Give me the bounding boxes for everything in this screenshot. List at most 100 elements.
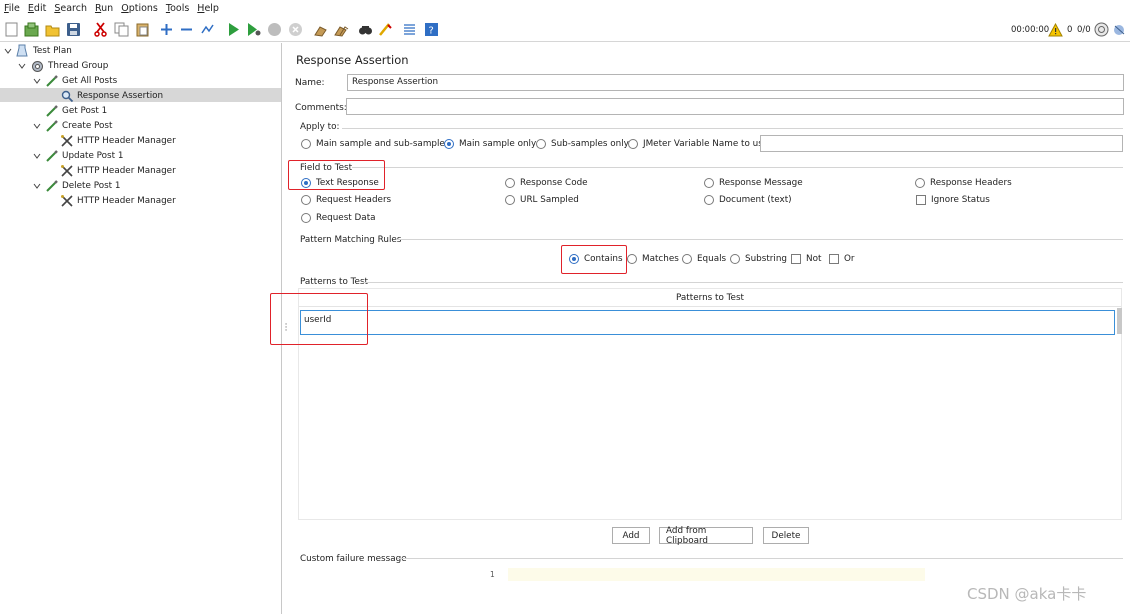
expand-all-icon[interactable] [159,22,174,37]
radio-icon[interactable] [915,178,925,188]
tree-item-response-assertion[interactable]: Response Assertion [0,89,280,104]
radio-icon[interactable] [301,213,311,223]
matches-radio[interactable]: Matches [627,254,679,264]
chevron-down-icon[interactable] [32,121,42,131]
menu-tools[interactable]: Tools [161,3,192,14]
stop-icon[interactable] [267,22,282,37]
collapse-all-icon[interactable] [179,22,194,37]
radio-icon[interactable] [301,195,311,205]
apply-main-only-radio[interactable]: Main sample only [444,139,536,149]
checkbox-icon[interactable] [791,254,801,264]
add-from-clipboard-button[interactable]: Add from Clipboard [659,526,753,546]
request-headers-radio[interactable]: Request Headers [301,195,391,205]
highlight-pattern-cell [270,293,368,345]
patterns-column-header[interactable]: Patterns to Test [299,289,1121,307]
toggle-icon[interactable] [200,22,215,37]
menu-run[interactable]: Run [90,3,116,14]
paste-icon[interactable] [135,22,150,37]
checkbox-icon[interactable] [916,195,926,205]
tree-item-delete-post-1[interactable]: Delete Post 1 [0,179,280,194]
radio-icon[interactable] [704,178,714,188]
cut-icon[interactable] [93,22,108,37]
tree-label: HTTP Header Manager [77,166,176,176]
apply-sub-only-radio[interactable]: Sub-samples only [536,139,629,149]
templates-icon[interactable] [24,22,39,37]
response-message-radio[interactable]: Response Message [704,178,803,188]
watermark: CSDN @aka卡卡 [967,585,1087,603]
radio-icon[interactable] [730,254,740,264]
table-scrollbar[interactable] [1117,308,1122,334]
tree-item-get-all-posts[interactable]: Get All Posts [0,74,280,89]
ignore-status-checkbox[interactable]: Ignore Status [916,195,990,205]
radio-icon[interactable] [704,195,714,205]
name-field[interactable]: Response Assertion [347,74,1124,91]
tree-item-update-post-1[interactable]: Update Post 1 [0,149,280,164]
radio-icon[interactable] [628,139,638,149]
chevron-down-icon[interactable] [17,61,27,71]
jmeter-window: { "menu": ["File","Edit","Search","Run",… [0,0,1130,614]
jmeter-variable-field[interactable] [760,135,1123,152]
or-checkbox[interactable]: Or [829,254,855,264]
chevron-down-icon[interactable] [3,46,13,56]
document-text-radio[interactable]: Document (text) [704,195,792,205]
shutdown-icon[interactable] [288,22,303,37]
checkbox-icon[interactable] [829,254,839,264]
reset-search-icon[interactable] [378,22,393,37]
pattern-cell[interactable]: userId [300,310,1115,335]
editor-current-line[interactable] [508,568,925,581]
chevron-down-icon[interactable] [32,151,42,161]
response-headers-radio[interactable]: Response Headers [915,178,1012,188]
save-icon[interactable] [66,22,81,37]
menu-file[interactable]: File [0,3,23,14]
radio-selected-icon[interactable] [444,139,454,149]
tree-item-http-header-manager[interactable]: HTTP Header Manager [0,164,280,179]
wrench-cross-icon [60,194,74,208]
new-icon[interactable] [4,22,19,37]
clear-icon[interactable] [313,22,328,37]
chevron-down-icon[interactable] [32,181,42,191]
open-icon[interactable] [45,22,60,37]
radio-icon[interactable] [301,139,311,149]
add-button[interactable]: Add [612,527,650,544]
menu-help[interactable]: Help [192,3,222,14]
checkbox-label: Ignore Status [931,195,990,205]
chevron-down-icon[interactable] [32,76,42,86]
help-icon[interactable]: ? [424,22,439,37]
copy-icon[interactable] [114,22,129,37]
response-assertion-panel: Response Assertion Name: Response Assert… [288,43,1130,614]
tree-item-http-header-manager[interactable]: HTTP Header Manager [0,134,280,149]
apply-main-and-sub-radio[interactable]: Main sample and sub-samples [301,139,449,149]
function-helper-icon[interactable] [402,22,417,37]
tree-item-test-plan[interactable]: Test Plan [0,44,280,59]
menu-options[interactable]: Options [116,3,161,14]
search-icon[interactable] [358,22,373,37]
failure-message-editor[interactable] [508,568,933,608]
radio-icon[interactable] [682,254,692,264]
radio-icon[interactable] [505,178,515,188]
warning-icon[interactable] [1048,22,1063,37]
radio-icon[interactable] [536,139,546,149]
response-code-radio[interactable]: Response Code [505,178,588,188]
start-icon[interactable] [226,22,241,37]
equals-radio[interactable]: Equals [682,254,726,264]
tree-item-thread-group[interactable]: Thread Group [0,59,280,74]
substring-radio[interactable]: Substring [730,254,787,264]
url-sampled-radio[interactable]: URL Sampled [505,195,579,205]
tree-item-get-post-1[interactable]: Get Post 1 [0,104,280,119]
comments-field[interactable] [346,98,1124,115]
clear-all-icon[interactable] [334,22,349,37]
radio-icon[interactable] [627,254,637,264]
menu-edit[interactable]: Edit [23,3,49,14]
tree-item-http-header-manager[interactable]: HTTP Header Manager [0,194,280,209]
tree-item-create-post[interactable]: Create Post [0,119,280,134]
apply-jmeter-variable-radio[interactable]: JMeter Variable Name to use [628,139,768,149]
radio-icon[interactable] [505,195,515,205]
not-checkbox[interactable]: Not [791,254,821,264]
start-no-pauses-icon[interactable] [246,22,261,37]
menu-search[interactable]: Search [49,3,90,14]
test-plan-icon [15,44,29,58]
log-viewer-icon[interactable] [1112,22,1127,37]
request-data-radio[interactable]: Request Data [301,213,376,223]
delete-button[interactable]: Delete [763,527,809,544]
radio-label: Sub-samples only [551,139,629,149]
